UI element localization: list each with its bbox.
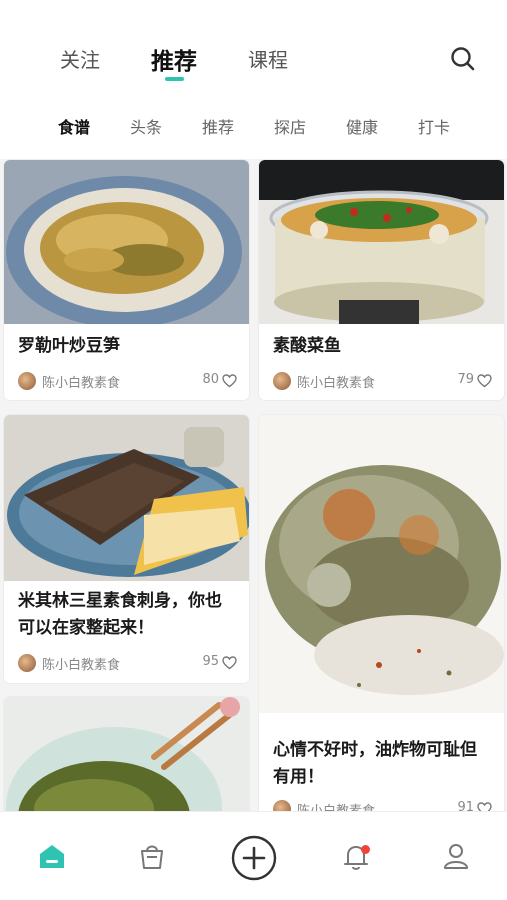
author-name[interactable]: 陈小白教素食 [297,372,375,391]
recipe-card[interactable]: 罗勒叶炒豆笋 陈小白教素食 80 [4,160,249,400]
recipe-title: 心情不好时，油炸物可耻但有用！ [273,740,477,787]
plus-circle-icon[interactable] [231,835,277,881]
recipe-meta: 陈小白教素食 80 [18,371,237,391]
category-tab-headlines[interactable]: 头条 [130,114,162,138]
category-tab-explore-shops[interactable]: 探店 [274,114,306,138]
heart-icon[interactable] [477,802,492,811]
home-icon[interactable] [36,840,68,872]
recipe-title: 素酸菜鱼 [273,336,341,356]
recipe-title: 米其林三星素食刺身，你也可以在家整起来！ [18,591,222,638]
recipe-photo [4,160,249,324]
heart-icon[interactable] [477,374,492,388]
bottom-navigation [0,811,507,900]
category-tab-checkin[interactable]: 打卡 [418,114,450,138]
recipe-photo [4,697,249,811]
like-count: 80 [202,372,219,387]
like-count: 91 [457,800,474,811]
author-avatar[interactable] [273,372,291,390]
recipe-card[interactable]: 素酸菜鱼 陈小白教素食 79 [259,160,504,400]
recipe-card[interactable] [4,697,249,811]
tab-recommend[interactable]: 推荐 [151,42,197,76]
recipe-card[interactable]: 心情不好时，油炸物可耻但有用！ 陈小白教素食 91 [259,415,504,811]
recipe-photo [259,415,504,713]
like-count: 79 [457,372,474,387]
shopping-bag-icon[interactable] [136,840,168,872]
like-count: 95 [202,654,219,669]
top-tab-bar: 关注 推荐 课程 [0,0,507,96]
recipe-photo [259,160,504,324]
recipe-card[interactable]: 米其林三星素食刺身，你也可以在家整起来！ 陈小白教素食 95 [4,415,249,683]
recipe-title: 罗勒叶炒豆笋 [18,336,120,356]
recipe-meta: 陈小白教素食 79 [273,371,492,391]
author-name[interactable]: 陈小白教素食 [42,654,120,673]
author-avatar[interactable] [18,654,36,672]
recipe-meta: 陈小白教素食 95 [18,653,237,673]
heart-icon[interactable] [222,374,237,388]
tab-courses[interactable]: 课程 [248,44,288,73]
category-tab-health[interactable]: 健康 [346,114,378,138]
notification-badge [361,845,370,854]
recipe-meta: 陈小白教素食 91 [273,799,492,811]
profile-icon[interactable] [440,840,472,872]
author-avatar[interactable] [273,800,291,811]
recipe-feed[interactable]: 罗勒叶炒豆笋 陈小白教素食 80 素酸菜鱼 陈小白教素食 79 米其林三星素食刺… [0,159,507,811]
heart-icon[interactable] [222,656,237,670]
category-tab-recommend[interactable]: 推荐 [202,114,234,138]
tab-follow[interactable]: 关注 [60,44,100,73]
recipe-photo [4,415,249,581]
active-tab-indicator [165,77,184,81]
author-name[interactable]: 陈小白教素食 [42,372,120,391]
category-tab-recipes[interactable]: 食谱 [58,114,90,138]
author-name[interactable]: 陈小白教素食 [297,800,375,811]
author-avatar[interactable] [18,372,36,390]
category-tab-bar: 食谱 头条 推荐 探店 健康 打卡 [0,112,507,140]
search-icon[interactable] [450,46,476,72]
